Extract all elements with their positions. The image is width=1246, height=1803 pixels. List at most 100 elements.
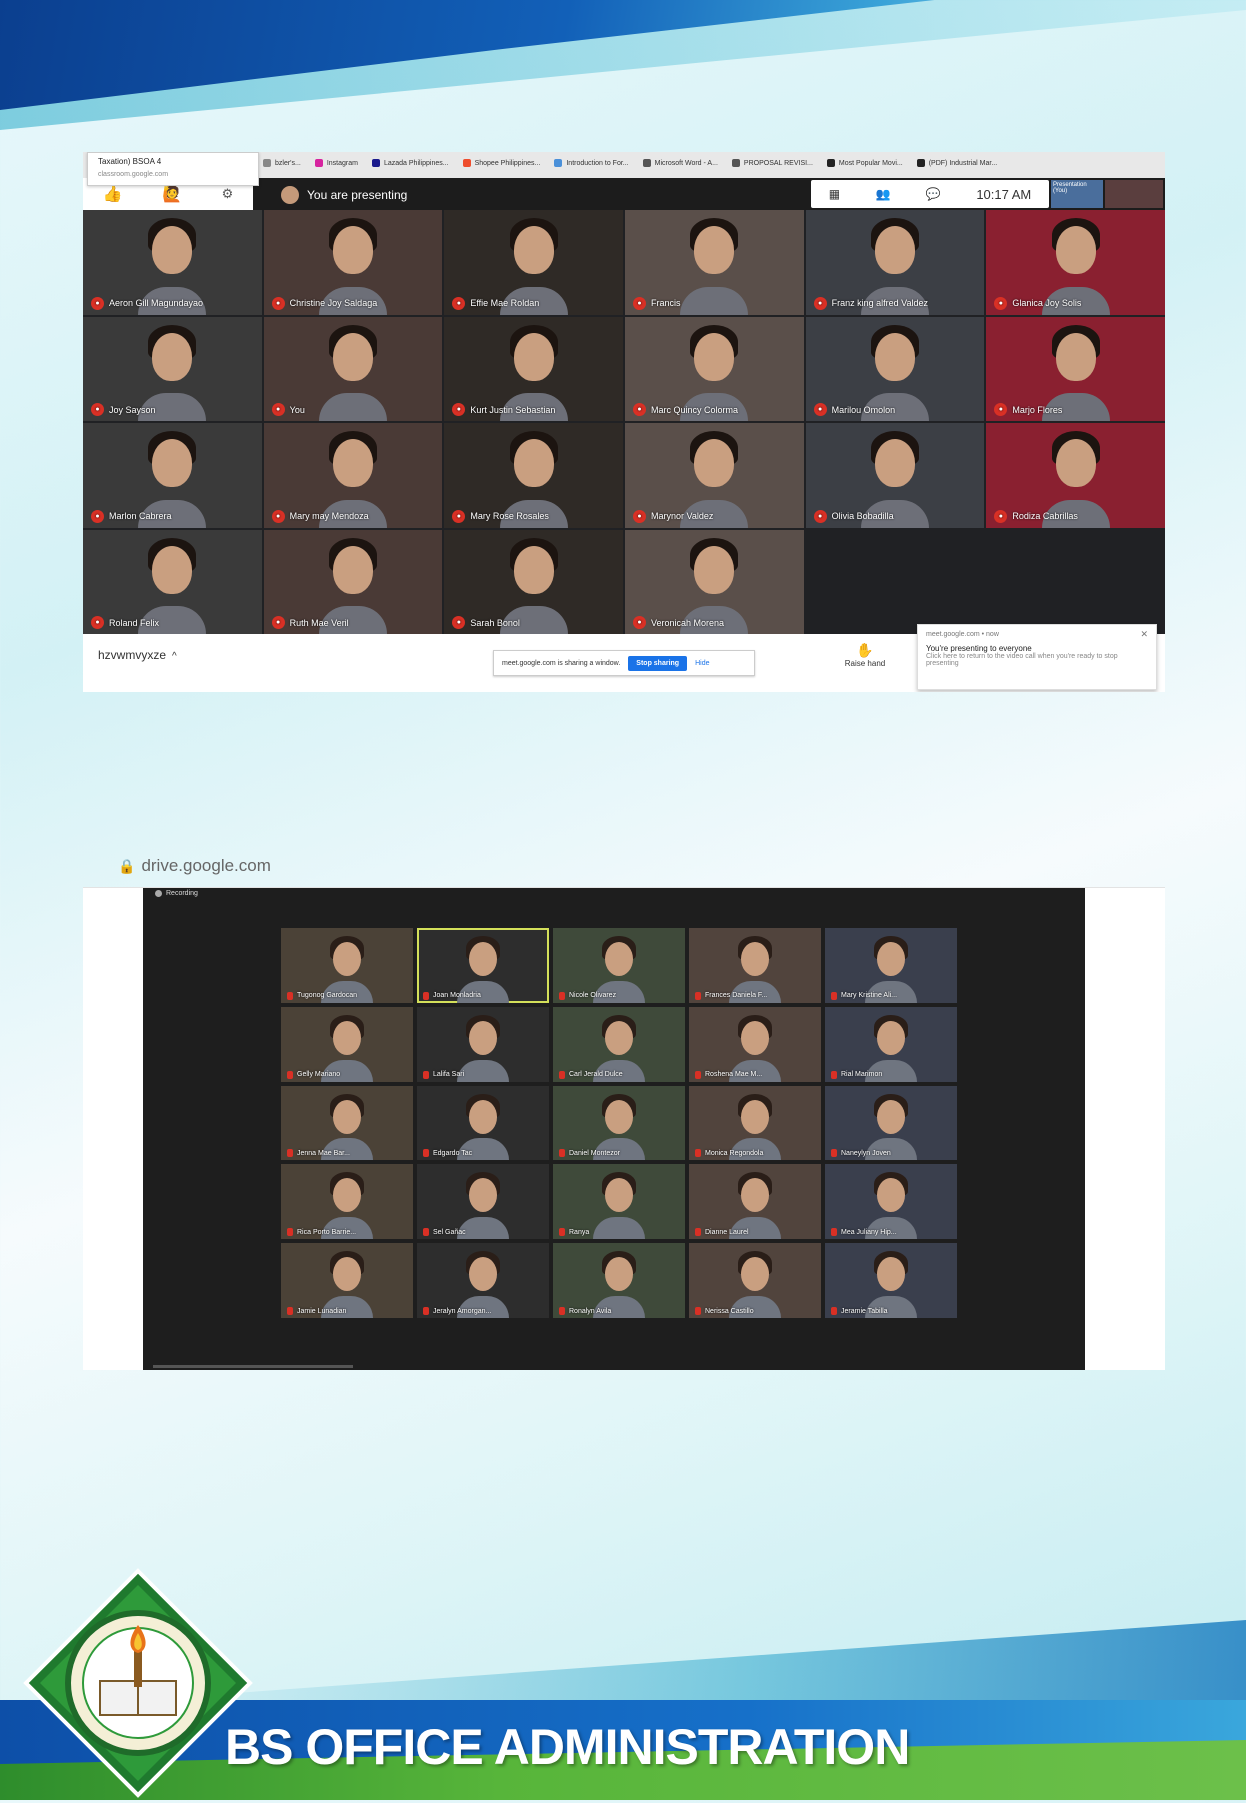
participant-tile[interactable]: ● Ruth Mae Veril [263,529,443,634]
recording-participant-tile: Roshena Mae M... [689,1006,821,1082]
mic-off-icon [287,1070,293,1079]
meet-screenshot: bzler's... Instagram Lazada Philippines...… [83,152,1165,692]
thumbs-up-icon[interactable]: 👍 [103,184,123,204]
participant-name: Sarah Bonol [470,617,520,628]
mic-off-icon: ● [633,403,646,416]
mic-off-icon [831,991,837,1000]
recording-participant-tile: Mea Juliany Hip... [825,1164,957,1240]
participant-tile[interactable]: ● Glanica Joy Solis [986,210,1165,315]
mic-off-icon [423,1149,429,1158]
bookmark-item[interactable]: Shopee Philippines... [462,159,540,167]
bookmark-label: Microsoft Word - A... [654,159,718,167]
notification-header: meet.google.com • now [926,631,999,638]
participant-name: Sel Gañac [433,1228,466,1236]
mic-off-icon: ● [994,296,1008,310]
bookmark-item[interactable]: bzler's... [263,159,301,167]
self-video-tile[interactable] [1105,180,1163,208]
bookmark-item[interactable]: Instagram [314,159,358,167]
participant-name: Francis [651,298,681,308]
participant-tile[interactable]: ● Kurt Justin Sebastian [444,316,623,421]
presentation-self-tile[interactable]: Presentation (You) [1051,180,1103,208]
mic-off-icon: ● [452,616,466,629]
participant-name-tag: Ronalyn Avila [559,1307,611,1315]
participant-name: Ranya [569,1228,590,1236]
participant-name-tag: ● Marc Quincy Colorma [633,403,738,416]
participant-tile[interactable]: ● Franz king alfred Valdez [805,210,985,315]
participant-tile[interactable]: ● Joy Sayson [83,316,262,421]
participant-tile[interactable]: ● Marc Quincy Colorma [625,316,804,421]
mic-off-icon: ● [452,403,466,416]
participant-tile[interactable]: ● Roland Felix [83,529,262,634]
bookmark-label: PROPOSAL REVISI... [743,159,813,167]
participant-tile[interactable]: ● Marilou Omolon [805,316,985,421]
participant-name-tag: Gelly Mariano [287,1070,340,1079]
recording-participant-tile: Ronalyn Avila [553,1243,685,1318]
participant-name-tag: Nicole Olivarez [559,991,616,1000]
notification-body: Click here to return to the video call w… [926,653,1118,667]
mic-off-icon: ● [91,296,104,310]
hide-button[interactable]: Hide [695,660,709,667]
recording-participant-tile: Gelly Mariano [281,1006,413,1082]
participant-tile[interactable]: ● Rodiza Cabrillas [986,423,1165,528]
mic-off-icon: ● [633,616,646,629]
bookmark-favicon-icon [263,159,271,167]
participant-name-tag: ● You [271,403,305,416]
participant-name: Tugonog Gardocan [297,992,358,1000]
participant-tile[interactable]: ● Mary Rose Rosales [444,423,623,528]
bookmark-item[interactable]: Most Popular Movi... [826,159,903,167]
recording-participant-tile: Dianne Laurel [689,1164,821,1240]
bookmark-item[interactable]: PROPOSAL REVISI... [731,159,813,167]
presenting-notification[interactable]: meet.google.com • now You're presenting … [917,624,1157,690]
raise-hand-button[interactable]: ✋ Raise hand [835,642,895,668]
stop-sharing-button[interactable]: Stop sharing [628,655,688,671]
participant-tile[interactable]: ● Veronicah Morena [625,529,804,634]
participant-tile[interactable]: ● Christine Joy Saldaga [263,210,443,315]
mic-off-icon: ● [271,616,285,629]
participant-tile[interactable]: ● You [263,316,443,421]
mic-off-icon [831,1070,837,1079]
participant-tile[interactable]: ● Aeron Gill Magundayao [83,210,262,315]
participant-tile[interactable]: ● Olivia Bobadilla [805,423,985,528]
university-seal-logo [23,1568,253,1798]
participant-name-tag: Sel Gañac [423,1228,466,1237]
mic-off-icon: ● [633,296,646,310]
settings-gear-icon[interactable]: ⚙ [222,186,234,202]
video-progress-bar[interactable] [153,1365,353,1368]
participant-name: Naneylyn Joven [841,1149,891,1157]
participant-name: Lalifa Sari [433,1071,465,1079]
close-icon[interactable]: ✕ [1140,629,1148,640]
participant-tile[interactable]: ● Marjo Flores [986,316,1165,421]
presenting-banner: You are presenting [281,186,407,204]
recording-participant-tile: Jeralyn Amorgan... [417,1243,549,1318]
participant-tile[interactable]: ● Marlon Cabrera [83,423,262,528]
participant-tile[interactable]: ● Effie Mae Roldan [444,210,623,315]
meeting-details-button[interactable]: hzvwmvyxze ^ [98,648,177,662]
layout-grid-icon[interactable]: ▦ [829,187,840,201]
mic-off-icon: ● [813,509,827,523]
recording-participant-tile: Lalifa Sari [417,1006,549,1082]
participant-tile[interactable]: ● Marynor Valdez [625,423,804,528]
participant-tile[interactable]: ● Sarah Bonol [444,529,623,634]
mic-off-icon [423,1070,429,1079]
tab-tooltip-title: Taxation) BSOA 4 [98,157,162,166]
people-icon[interactable]: 👥 [876,187,891,201]
address-bar[interactable]: 🔒 drive.google.com [118,856,271,876]
mic-off-icon: ● [271,296,285,310]
bookmark-item[interactable]: (PDF) Industrial Mar... [916,159,997,167]
chat-icon[interactable]: 💬 [926,187,941,201]
bookmark-item[interactable]: Lazada Philippines... [371,159,449,167]
url-text: drive.google.com [141,856,271,875]
bookmark-favicon-icon [314,159,323,167]
participant-tile[interactable]: ● Mary may Mendoza [263,423,443,528]
bookmark-item[interactable]: Introduction to For... [554,159,629,167]
participant-name-tag: Ranya [559,1228,590,1237]
bookmark-favicon-icon [731,159,740,167]
recording-video[interactable]: Recording Tugonog Gardocan Joan Monladria… [143,888,1085,1370]
bookmark-favicon-icon [826,159,835,167]
bookmark-item[interactable]: Microsoft Word - A... [642,159,718,167]
raise-hand-emoji-icon[interactable]: 🙋 [162,184,182,204]
participant-name: Marlon Cabrera [109,511,172,521]
recording-participant-tile: Joan Monladria [417,928,549,1003]
participant-tile[interactable]: ● Francis [625,210,804,315]
mic-off-icon: ● [452,296,466,310]
